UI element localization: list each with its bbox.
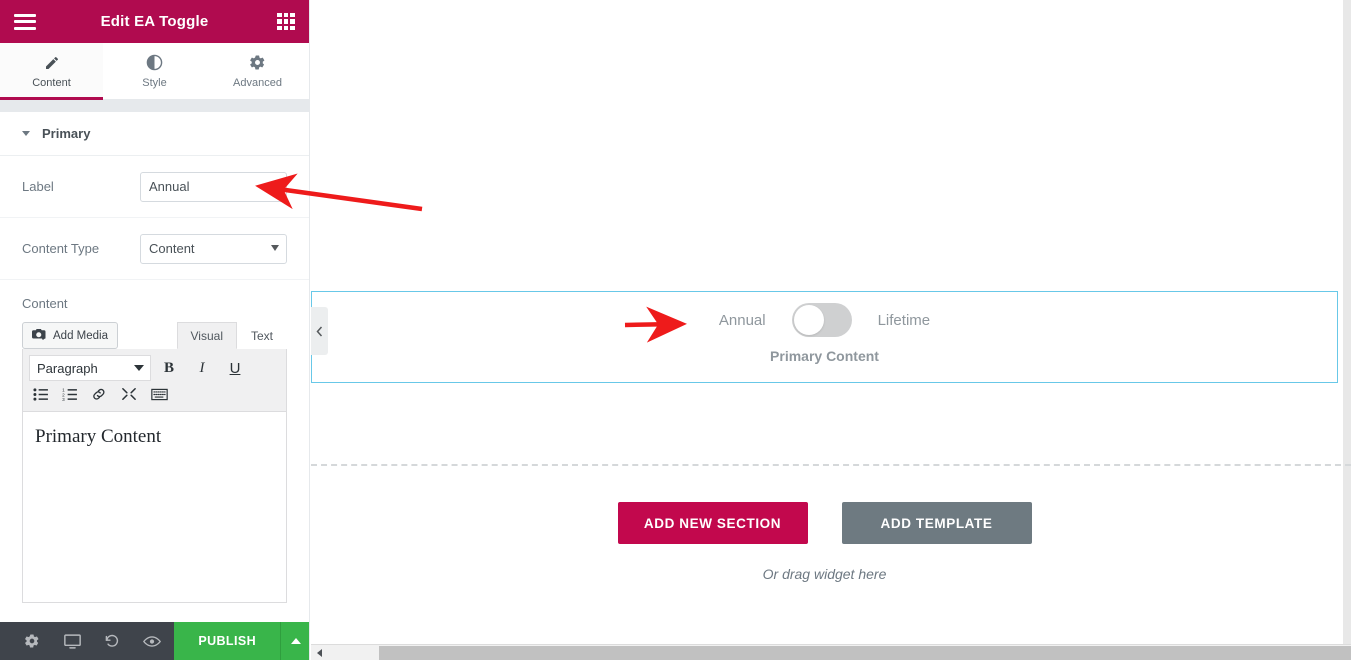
media-camera-music-icon — [32, 327, 47, 344]
toggle-switch-knob — [793, 305, 824, 335]
scroll-left-arrow-icon[interactable] — [311, 645, 327, 660]
triangle-left-glyph — [316, 648, 322, 657]
content-editor-block: Content Add Media Visual Text Paragraph … — [0, 296, 309, 603]
bold-icon[interactable]: B — [154, 355, 184, 381]
editor-body[interactable]: Primary Content — [22, 412, 287, 603]
control-row-label: Label — [0, 156, 309, 218]
panel-header: Edit EA Toggle — [0, 0, 309, 43]
panel-title: Edit EA Toggle — [100, 13, 209, 30]
bulleted-list-icon[interactable] — [33, 387, 48, 406]
horizontal-scrollbar-thumb[interactable] — [379, 645, 1351, 660]
add-new-section-button[interactable]: ADD NEW SECTION — [617, 502, 808, 544]
editor-toolbar-row-1: Paragraph B I U — [29, 355, 280, 381]
canvas-right-gutter — [1343, 0, 1351, 646]
panel-tabs: Content Style Advanced — [0, 43, 309, 100]
chevron-left-icon — [316, 326, 323, 336]
drop-zone-divider — [311, 464, 1351, 466]
control-row-content-type: Content Type Content — [0, 218, 309, 280]
content-type-label: Content Type — [22, 241, 100, 256]
responsive-mode-button[interactable] — [52, 622, 92, 660]
add-template-button[interactable]: ADD TEMPLATE — [841, 502, 1032, 544]
preview-canvas: Annual Lifetime Primary Content ADD NEW … — [311, 0, 1351, 660]
editor-body-text: Primary Content — [35, 426, 162, 447]
toggle-content-text: Primary Content — [770, 348, 879, 364]
pencil-icon — [44, 54, 60, 72]
drag-widget-hint: Or drag widget here — [762, 566, 887, 582]
toggle-switch[interactable] — [791, 303, 852, 337]
content-type-select[interactable]: Content — [140, 233, 287, 264]
settings-button[interactable] — [12, 622, 52, 660]
format-select-wrap: Paragraph — [29, 355, 151, 381]
content-field-label: Content — [22, 296, 68, 311]
panel-footer: PUBLISH — [0, 622, 309, 660]
preview-button[interactable] — [132, 622, 172, 660]
keyboard-toolbar-toggle-icon[interactable] — [151, 388, 168, 406]
caret-up-icon — [290, 638, 301, 644]
label-input[interactable] — [140, 171, 287, 202]
contrast-icon — [146, 54, 163, 72]
gear-icon — [249, 54, 266, 72]
toggle-secondary-label: Lifetime — [877, 311, 931, 329]
editor-tab-text[interactable]: Text — [237, 322, 287, 349]
label-field-label: Label — [22, 179, 54, 194]
tab-content[interactable]: Content — [0, 43, 103, 100]
hamburger-icon[interactable] — [14, 13, 36, 30]
editor-tab-visual[interactable]: Visual — [176, 322, 237, 349]
panel-collapse-handle[interactable] — [311, 307, 328, 355]
add-media-button[interactable]: Add Media — [22, 322, 118, 349]
editor-panel: Edit EA Toggle Content Style Advanced Pr… — [0, 0, 310, 660]
section-primary-title: Primary — [42, 126, 91, 141]
toggle-primary-label: Annual — [718, 311, 766, 329]
svg-text:3: 3 — [62, 397, 65, 401]
editor-mode-tabs: Visual Text — [176, 322, 287, 349]
publish-options-button[interactable] — [280, 622, 309, 660]
numbered-list-icon[interactable]: 1 2 3 — [62, 387, 77, 406]
panel-tabs-divider — [0, 100, 309, 112]
link-icon[interactable] — [91, 387, 107, 406]
underline-icon[interactable]: U — [220, 355, 250, 381]
read-more-icon[interactable] — [121, 387, 137, 406]
add-section-buttons: ADD NEW SECTION ADD TEMPLATE — [617, 502, 1032, 544]
editor-top-bar: Add Media Visual Text — [22, 321, 287, 349]
caret-down-icon — [22, 131, 30, 136]
editor-toolbar-row-2: 1 2 3 — [29, 387, 280, 406]
toggle-widget-row: Annual Lifetime — [312, 292, 1337, 348]
tab-content-label: Content — [32, 76, 71, 89]
add-section-area: ADD NEW SECTION ADD TEMPLATE Or drag wid… — [311, 502, 1338, 582]
section-primary-header[interactable]: Primary — [0, 112, 309, 156]
grid-apps-icon[interactable] — [277, 12, 295, 31]
add-media-label: Add Media — [53, 329, 108, 342]
tab-advanced-label: Advanced — [233, 76, 282, 89]
tab-style[interactable]: Style — [103, 43, 206, 99]
publish-button[interactable]: PUBLISH — [174, 622, 280, 660]
publish-group: PUBLISH — [174, 622, 309, 660]
toggle-widget-section[interactable]: Annual Lifetime Primary Content — [311, 291, 1338, 383]
tab-style-label: Style — [142, 76, 167, 89]
editor-toolbar: Paragraph B I U 1 2 3 — [22, 349, 287, 412]
history-button[interactable] — [92, 622, 132, 660]
tab-advanced[interactable]: Advanced — [206, 43, 309, 99]
format-select[interactable]: Paragraph — [29, 355, 151, 381]
italic-icon[interactable]: I — [187, 355, 217, 381]
horizontal-scrollbar[interactable] — [311, 644, 1351, 660]
